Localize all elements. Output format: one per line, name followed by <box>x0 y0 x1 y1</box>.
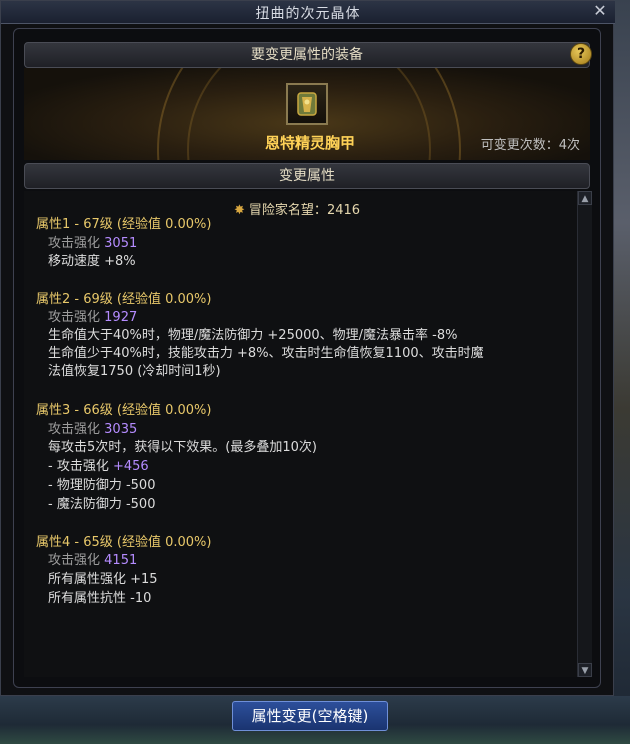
attribute-2-line-3: 法值恢复1750 (冷却时间1秒) <box>48 364 221 379</box>
reputation-line: ✸ 冒险家名望：2416 <box>234 199 360 218</box>
attribute-2-header: 属性2 - 69级 (经验值 0.00%) <box>36 292 212 307</box>
attribute-4-stat-value: 4151 <box>104 553 138 568</box>
attribute-1-line-1: 移动速度 +8% <box>48 254 136 269</box>
attribute-3-stat-label: 攻击强化 <box>48 422 101 437</box>
change-count: 可变更次数：4次 <box>480 138 580 153</box>
crest-icon: ✸ <box>234 203 245 218</box>
attribute-3-stat-value: 3035 <box>104 422 138 437</box>
attribute-2-stat-value: 1927 <box>104 310 138 325</box>
attribute-2-line-2: 生命值少于40%时，技能攻击力 +8%、攻击时生命值恢复1100、攻击时魔 <box>48 346 484 361</box>
attribute-3-header: 属性3 - 66级 (经验值 0.00%) <box>36 403 212 418</box>
attribute-1-stat: 攻击强化 3051 <box>48 235 137 253</box>
change-attributes-header: 变更属性 <box>24 163 590 189</box>
scrollbar[interactable]: ▲ ▼ <box>577 191 592 677</box>
title-bar[interactable]: 扭曲的次元晶体 ✕ <box>1 1 615 24</box>
attribute-4-stat: 攻击强化 4151 <box>48 552 137 570</box>
attribute-3-extra-2: - 物理防御力 -500 <box>48 478 156 493</box>
attribute-1-stat-label: 攻击强化 <box>48 236 101 251</box>
equipment-section-header: 要变更属性的装备 <box>24 42 590 68</box>
chest-armor-graphic <box>297 92 317 116</box>
attribute-4-header: 属性4 - 65级 (经验值 0.00%) <box>36 535 212 550</box>
attribute-1-header: 属性1 - 67级 (经验值 0.00%) <box>36 217 212 232</box>
attribute-3-extra-1-label: - 攻击强化 <box>48 459 109 474</box>
attribute-1-stat-value: 3051 <box>104 236 138 251</box>
attribute-3-extra-3: - 魔法防御力 -500 <box>48 497 156 512</box>
equipment-name: 恩特精灵胸甲 <box>264 134 355 152</box>
scroll-down-arrow-icon[interactable]: ▼ <box>578 663 592 677</box>
attribute-4-line-1: 所有属性强化 +15 <box>48 572 158 587</box>
attribute-4-stat-label: 攻击强化 <box>48 553 101 568</box>
scroll-up-arrow-icon[interactable]: ▲ <box>578 191 592 205</box>
window-title: 扭曲的次元晶体 <box>255 6 361 22</box>
attribute-change-button[interactable]: 属性变更(空格键) <box>232 701 388 731</box>
attribute-3-extra-1: - 攻击强化 +456 <box>48 458 149 476</box>
close-button[interactable]: ✕ <box>591 2 609 20</box>
attribute-3-line-1: 每攻击5次时，获得以下效果。(最多叠加10次) <box>48 440 317 455</box>
attribute-2-stat: 攻击强化 1927 <box>48 309 137 327</box>
attribute-3-extra-1-value: +456 <box>112 459 149 474</box>
reputation-label: 冒险家名望 <box>248 203 314 218</box>
attribute-4-line-2: 所有属性抗性 -10 <box>48 591 152 606</box>
attribute-3-stat: 攻击强化 3035 <box>48 421 137 439</box>
help-icon[interactable]: ? <box>570 43 592 65</box>
reputation-value: 2416 <box>326 203 361 218</box>
background-right <box>612 0 630 744</box>
reputation-colon: ： <box>313 203 327 218</box>
chest-armor-icon[interactable] <box>286 83 328 125</box>
attribute-2-stat-label: 攻击强化 <box>48 310 101 325</box>
attribute-2-line-1: 生命值大于40%时，物理/魔法防御力 +25000、物理/魔法暴击率 -8% <box>48 328 458 343</box>
